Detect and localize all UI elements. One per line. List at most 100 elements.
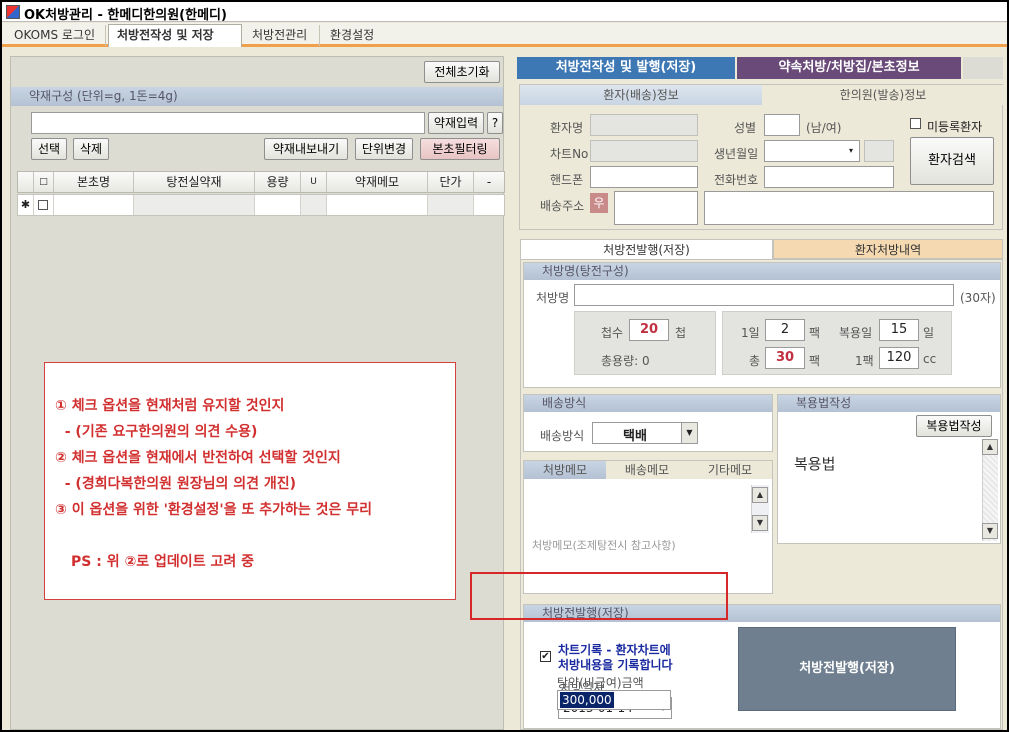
tab-prescription-manage[interactable]: 처방전관리: [244, 25, 320, 46]
cell-herb-memo[interactable]: [327, 195, 428, 215]
tab-prescription-issue[interactable]: 처방전작성 및 발행(저장): [517, 57, 735, 79]
price-field[interactable]: 300,000: [557, 690, 671, 710]
delivery-dropdown-icon[interactable]: ▼: [681, 423, 697, 443]
scroll-up-icon[interactable]: ▲: [752, 487, 768, 503]
grid-col-unit-price[interactable]: 단가: [428, 172, 474, 192]
delivery-label: 배송방식: [540, 429, 585, 443]
dosage-text: 복용법: [794, 455, 836, 473]
patient-name-label: 환자명: [550, 121, 584, 135]
dosage-section: 복용법작성 복용법작성 복용법 ▲ ▼: [777, 394, 1001, 544]
cheop-input[interactable]: 20: [629, 319, 669, 341]
tab-okoms-login[interactable]: OKOMS 로그인: [6, 25, 106, 46]
mobile-label: 핸드폰: [550, 173, 584, 187]
daily-input[interactable]: 2: [765, 319, 805, 341]
dosage-scroll-up-icon[interactable]: ▲: [982, 439, 998, 455]
unregistered-checkbox[interactable]: [910, 118, 921, 129]
memo-scrollbar[interactable]: ▲ ▼: [751, 485, 769, 533]
patient-info-box: 환자(배송)정보 한의원(발송)정보 환자명 성별 (남/여) 미등록환자 차트…: [519, 84, 1004, 230]
days-input[interactable]: 15: [879, 319, 919, 341]
herb-search-input[interactable]: [31, 112, 425, 134]
chart-record-line-2: 처방내용을 기록합니다: [558, 658, 673, 672]
chart-record-checkbox[interactable]: ✔: [540, 651, 551, 662]
grid-col-check[interactable]: □: [34, 172, 54, 192]
grid-row-header: [18, 172, 34, 192]
rx-name-input[interactable]: [574, 284, 954, 306]
address-field[interactable]: [704, 191, 994, 225]
grid-col-herb-name[interactable]: 본초명: [54, 172, 134, 192]
total-input[interactable]: 30: [765, 347, 805, 369]
gender-hint: (남/여): [806, 121, 842, 135]
birth-extra-field[interactable]: [864, 140, 894, 162]
tab-settings[interactable]: 환경설정: [322, 25, 388, 46]
pack-cc-input[interactable]: 120: [879, 347, 919, 369]
herb-grid-new-row[interactable]: ✱: [17, 194, 505, 216]
title-bar: OK처방관리 - 한메디한의원(한메디): [2, 2, 1007, 23]
delete-button[interactable]: 삭제: [73, 138, 109, 160]
daily-label: 1일: [741, 326, 760, 340]
days-label: 복용일: [839, 326, 873, 340]
herb-export-button[interactable]: 약재내보내기: [264, 138, 348, 160]
total-label: 총: [749, 354, 761, 368]
unit-change-button[interactable]: 단위변경: [355, 138, 413, 160]
tab-patient-info[interactable]: 환자(배송)정보: [520, 85, 762, 105]
dosage-write-button[interactable]: 복용법작성: [916, 415, 992, 437]
herb-section-header: 약재구성 (단위=g, 1돈=4g): [11, 87, 503, 106]
cell-decoction-herb: [134, 195, 255, 215]
tel-field[interactable]: [764, 166, 894, 188]
patient-search-button[interactable]: 환자검색: [910, 137, 994, 185]
reset-all-button[interactable]: 전체초기화: [424, 61, 500, 83]
tab-prescription-write[interactable]: 처방전작성 및 저장: [108, 24, 242, 47]
herb-filter-button[interactable]: 본초필터링: [420, 138, 500, 160]
dosage-scroll-down-icon[interactable]: ▼: [982, 523, 998, 539]
mobile-field[interactable]: [590, 166, 698, 188]
chart-no-field[interactable]: [590, 140, 698, 162]
grid-col-herb-memo[interactable]: 약재메모: [327, 172, 428, 192]
chevron-down-icon[interactable]: ▾: [843, 141, 859, 161]
cheop-unit: 첩: [675, 326, 687, 340]
zipcode-button[interactable]: 우: [590, 193, 608, 213]
prescription-form: 처방명(탕전구성) 처방명 (30자) 첩수 20 첩 총용량: 0 1일 2 …: [520, 259, 1003, 730]
tab-patient-history[interactable]: 환자처방내역: [773, 239, 1003, 259]
price-label: 탕약(비급여)금액: [557, 676, 644, 690]
dosage-scrollbar[interactable]: ▲ ▼: [982, 439, 998, 541]
help-button[interactable]: ?: [487, 112, 503, 134]
tab-clinic-info[interactable]: 한의원(발송)정보: [762, 85, 1004, 105]
scroll-down-icon[interactable]: ▼: [752, 515, 768, 531]
dosage-textarea[interactable]: 복용법: [780, 439, 980, 539]
highlight-box: [470, 572, 728, 620]
grid-col-extra[interactable]: -: [474, 172, 504, 192]
tab-promise-prescription[interactable]: 약속처방/처방집/본초정보: [737, 57, 961, 79]
gender-label: 성별: [734, 121, 757, 135]
note-ps: PS : 위 ②로 업데이트 고려 중: [71, 554, 254, 570]
select-button[interactable]: 선택: [31, 138, 67, 160]
prescription-panel: 처방전작성 및 발행(저장) 약속처방/처방집/본초정보 환자(배송)정보 한의…: [515, 56, 1005, 730]
grid-col-decoction-herb[interactable]: 탕전실약재: [134, 172, 255, 192]
tab-rx-memo[interactable]: 처방메모: [524, 461, 606, 479]
cell-dose[interactable]: [255, 195, 301, 215]
tab-prescription-save[interactable]: 처방전발행(저장): [520, 239, 773, 259]
rx-name-label: 처방명: [536, 291, 570, 305]
grid-col-unit[interactable]: U: [301, 172, 327, 192]
delivery-select[interactable]: 택배 ▼: [592, 422, 698, 444]
issue-save-button[interactable]: 처방전발행(저장): [738, 627, 956, 711]
grid-col-dose[interactable]: 용량: [255, 172, 301, 192]
tab-delivery-memo[interactable]: 배송메모: [606, 461, 688, 479]
cheop-box: 첩수 20 첩 총용량: 0: [574, 311, 716, 375]
row-checkbox-cell[interactable]: [34, 195, 54, 215]
row-checkbox[interactable]: [38, 200, 48, 210]
zipcode-field[interactable]: [614, 191, 698, 225]
note-line-3: ② 체크 옵션을 현재에서 반전하여 선택할 것인지: [55, 450, 341, 466]
birth-date-picker[interactable]: ▾: [764, 140, 860, 162]
gender-field[interactable]: [764, 114, 800, 136]
rx-section-header: 처방명(탕전구성): [524, 263, 1000, 280]
cell-herb-name[interactable]: [54, 195, 134, 215]
herb-grid-header: □ 본초명 탕전실약재 용량 U 약재메모 단가 -: [17, 171, 505, 193]
delivery-section-header: 배송방식: [524, 395, 772, 412]
tab-other-memo[interactable]: 기타메모: [688, 461, 772, 479]
patient-name-field[interactable]: [590, 114, 698, 136]
herb-input-button[interactable]: 약재입력: [428, 112, 484, 134]
birth-label: 생년월일: [714, 147, 759, 161]
rx-name-limit: (30자): [960, 291, 996, 305]
dosage-section-header: 복용법작성: [778, 395, 1000, 412]
main-tab-bar: OKOMS 로그인 처방전작성 및 저장 처방전관리 환경설정: [2, 23, 1007, 47]
